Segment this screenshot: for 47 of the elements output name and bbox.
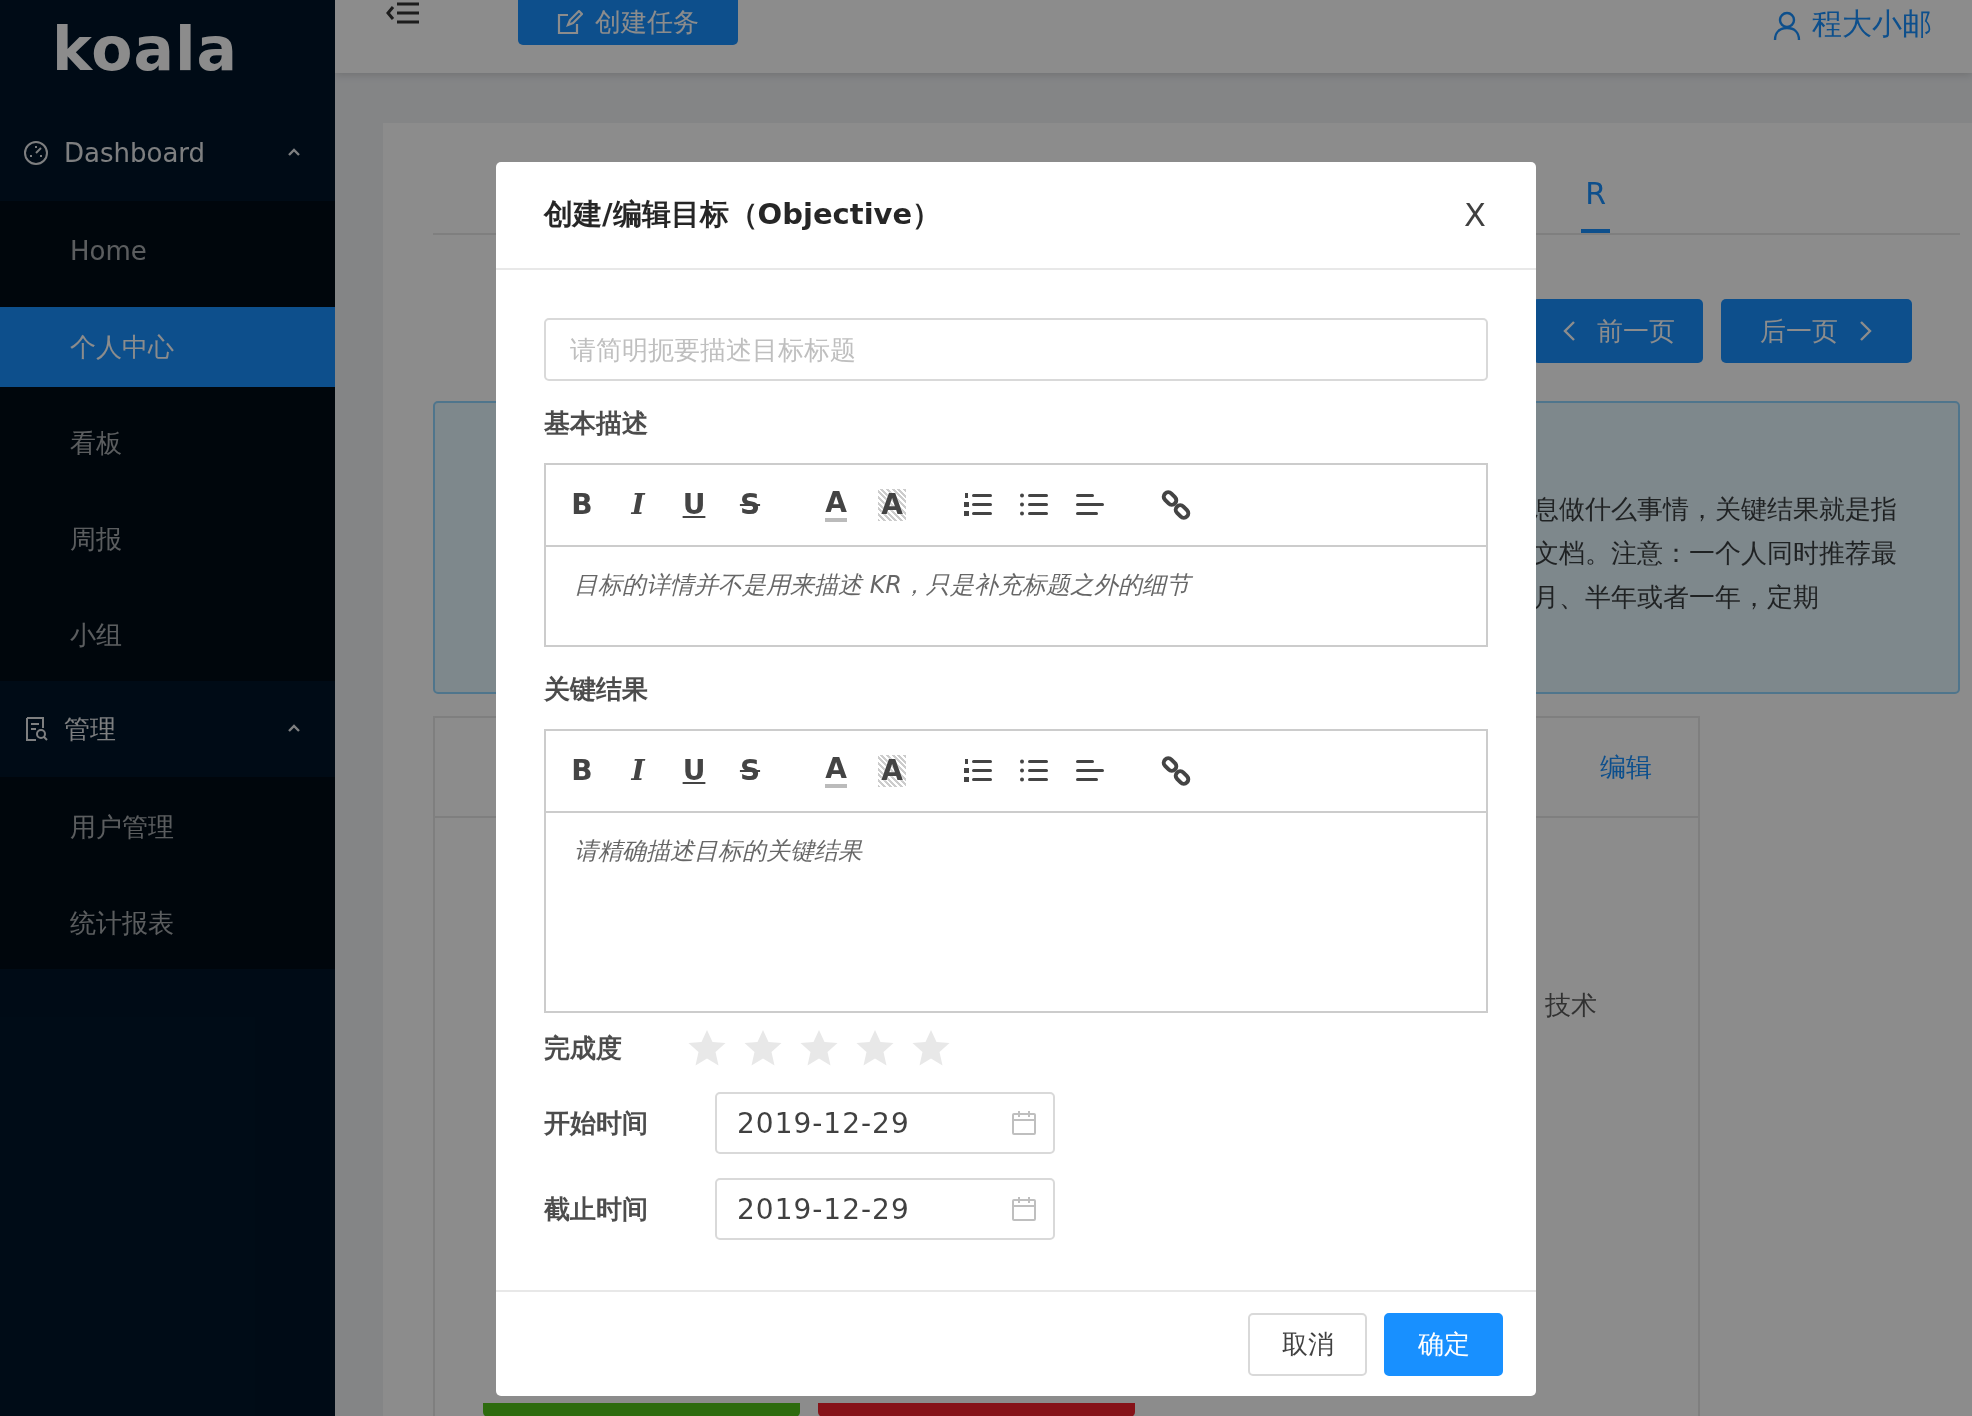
editor-placeholder[interactable]: 目标的详情并不是用来描述 KR，只是补充标题之外的细节 (546, 547, 1486, 645)
ordered-list-icon (963, 491, 993, 519)
strikethrough-button[interactable]: S (730, 751, 770, 791)
body-text: 技术 (1545, 989, 1598, 1022)
menu-item[interactable]: Home (0, 211, 335, 291)
menu-item[interactable]: 周报 (0, 499, 335, 579)
date-field[interactable]: 2019-12-29 (715, 1178, 1055, 1240)
italic-button[interactable]: I (618, 485, 658, 525)
calendar-icon (1011, 1196, 1037, 1222)
date-field[interactable]: 2019-12-29 (715, 1092, 1055, 1154)
menu-fold-icon[interactable] (385, 0, 421, 26)
field-label: 开始时间 (544, 1107, 649, 1140)
field-label: 关键结果 (544, 673, 649, 706)
chevron-left-icon (1561, 319, 1577, 343)
underline-button[interactable]: U (674, 485, 714, 525)
field-label: 截止时间 (544, 1193, 649, 1226)
close-button[interactable]: X (1460, 196, 1490, 234)
logo: koala (52, 19, 239, 79)
text-color-button[interactable]: A (816, 751, 856, 791)
field-label: 基本描述 (544, 407, 649, 440)
field-label: 完成度 (544, 1032, 623, 1065)
underline-button[interactable]: U (674, 751, 714, 791)
menu-group[interactable]: Dashboard (0, 105, 335, 201)
user-icon (1772, 9, 1802, 40)
strikethrough-button[interactable]: S (730, 485, 770, 525)
bold-button[interactable]: B (562, 485, 602, 525)
menu-item[interactable]: 用户管理 (0, 787, 335, 867)
menu-group[interactable]: 管理 (0, 681, 335, 777)
dashboard-icon (22, 139, 50, 167)
chevron-right-icon (1857, 319, 1874, 343)
italic-button[interactable]: I (618, 751, 658, 791)
confirm-button[interactable]: 确定 (1384, 1312, 1503, 1376)
menu-item[interactable]: 看板 (0, 403, 335, 483)
menu-item[interactable]: 小组 (0, 595, 335, 675)
link-icon (1161, 756, 1191, 786)
editor-placeholder[interactable]: 请精确描述目标的关键结果 (546, 813, 1486, 1011)
cancel-button[interactable]: 取消 (1248, 1312, 1367, 1376)
dialog-title: 创建/编辑目标（Objective） (544, 196, 942, 233)
link-icon (1161, 490, 1191, 520)
info-text: 月、半年或者一年，定期 (1533, 581, 1820, 614)
edit-icon (557, 9, 583, 36)
menu-item[interactable]: 统计报表 (0, 883, 335, 963)
text-color-button[interactable]: A (816, 485, 856, 525)
ordered-list-icon (963, 757, 993, 785)
bold-button[interactable]: B (562, 751, 602, 791)
calendar-icon (1011, 1110, 1037, 1136)
title-field[interactable]: 请简明扼要描述目标标题 (544, 318, 1488, 381)
